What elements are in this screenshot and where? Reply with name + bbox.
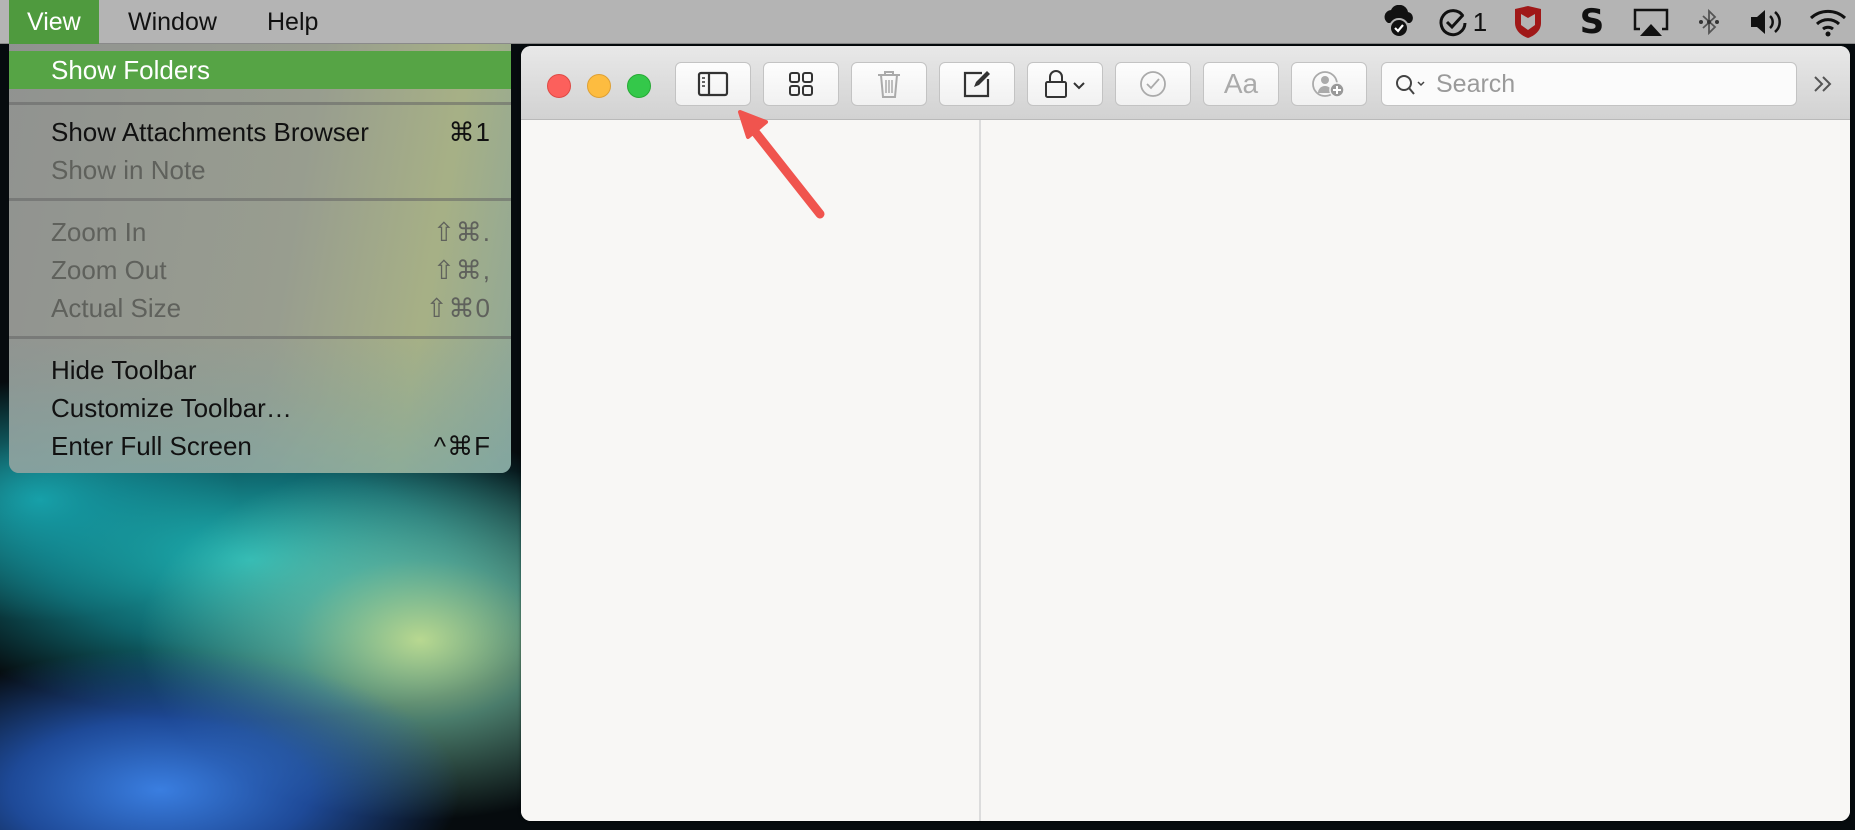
menu-help[interactable]: Help	[249, 0, 336, 44]
note-editor-pane[interactable]	[981, 120, 1850, 821]
attachments-grid-button[interactable]	[763, 62, 839, 106]
menu-item-label: Hide Toolbar	[51, 355, 197, 385]
menu-item-shortcut: ⇧⌘0	[425, 293, 491, 323]
view-menu-dropdown: Show Folders Show Attachments Browser ⌘1…	[9, 44, 511, 473]
cloud-check-icon[interactable]	[1376, 0, 1422, 44]
menu-item-label: Show Attachments Browser	[51, 117, 369, 147]
toolbar: Aa Search	[521, 46, 1850, 120]
menu-separator	[9, 102, 511, 105]
menu-item-zoom-out: Zoom Out ⇧⌘,	[9, 251, 511, 289]
menu-item-zoom-in: Zoom In ⇧⌘.	[9, 213, 511, 251]
mcafee-shield-icon[interactable]	[1508, 0, 1548, 44]
menu-item-label: Enter Full Screen	[51, 431, 252, 461]
notes-window: Aa Search	[521, 46, 1850, 821]
menu-separator	[9, 198, 511, 201]
notes-list-pane[interactable]	[521, 120, 979, 821]
compose-icon	[963, 71, 990, 98]
checklist-button[interactable]	[1115, 62, 1191, 106]
toolbar-overflow-button[interactable]	[1811, 62, 1835, 106]
s-app-icon[interactable]: S	[1572, 0, 1612, 44]
menu-separator	[9, 336, 511, 339]
menu-item-label: Zoom In	[51, 217, 147, 247]
lock-button[interactable]	[1027, 62, 1103, 106]
volume-icon[interactable]	[1745, 0, 1787, 44]
menu-item-shortcut: ⌘1	[448, 117, 491, 147]
menu-item-show-attachments-browser[interactable]: Show Attachments Browser ⌘1	[9, 113, 511, 151]
zoom-button[interactable]	[627, 74, 651, 98]
format-button[interactable]: Aa	[1203, 62, 1279, 106]
sidebar-icon	[697, 71, 729, 97]
task-check-icon[interactable]: 1	[1432, 0, 1492, 44]
lock-icon	[1045, 70, 1085, 98]
menu-item-actual-size: Actual Size ⇧⌘0	[9, 289, 511, 327]
search-field[interactable]: Search	[1381, 62, 1797, 106]
grid-icon	[789, 72, 813, 96]
menu-item-label: Show Folders	[51, 55, 210, 85]
trash-icon	[878, 71, 900, 98]
minimize-button[interactable]	[587, 74, 611, 98]
menu-item-label: Customize Toolbar…	[51, 393, 292, 423]
checkmark-circle-icon	[1140, 71, 1166, 97]
search-placeholder: Search	[1436, 70, 1516, 98]
new-note-button[interactable]	[939, 62, 1015, 106]
toggle-sidebar-button[interactable]	[675, 62, 751, 106]
airplay-icon[interactable]	[1628, 0, 1674, 44]
menu-item-show-in-note: Show in Note	[9, 151, 511, 189]
pane-divider[interactable]	[979, 120, 981, 821]
menu-item-label: Actual Size	[51, 293, 182, 323]
task-count: 1	[1472, 6, 1488, 37]
menu-item-label: Show in Note	[51, 155, 206, 185]
menu-item-show-folders[interactable]: Show Folders	[9, 51, 511, 89]
menu-view[interactable]: View	[9, 0, 99, 44]
search-icon	[1396, 75, 1425, 95]
menu-item-customize-toolbar[interactable]: Customize Toolbar…	[9, 389, 511, 427]
menu-item-enter-full-screen[interactable]: Enter Full Screen ^⌘F	[9, 427, 511, 465]
wifi-icon[interactable]	[1806, 0, 1850, 44]
menu-item-shortcut: ^⌘F	[433, 431, 491, 461]
menu-item-hide-toolbar[interactable]: Hide Toolbar	[9, 351, 511, 389]
menu-bar: View Window Help 1 S	[0, 0, 1855, 44]
menu-item-shortcut: ⇧⌘.	[432, 217, 491, 247]
add-person-icon	[1312, 71, 1345, 98]
menu-window[interactable]: Window	[110, 0, 235, 44]
add-people-button[interactable]	[1291, 62, 1367, 106]
menu-item-label: Zoom Out	[51, 255, 167, 285]
text-format-icon: Aa	[1223, 68, 1259, 99]
bluetooth-icon[interactable]	[1694, 0, 1724, 44]
notes-content-area	[521, 120, 1850, 821]
delete-button[interactable]	[851, 62, 927, 106]
chevron-double-right-icon	[1814, 76, 1832, 92]
menu-item-shortcut: ⇧⌘,	[432, 255, 491, 285]
close-button[interactable]	[547, 74, 571, 98]
